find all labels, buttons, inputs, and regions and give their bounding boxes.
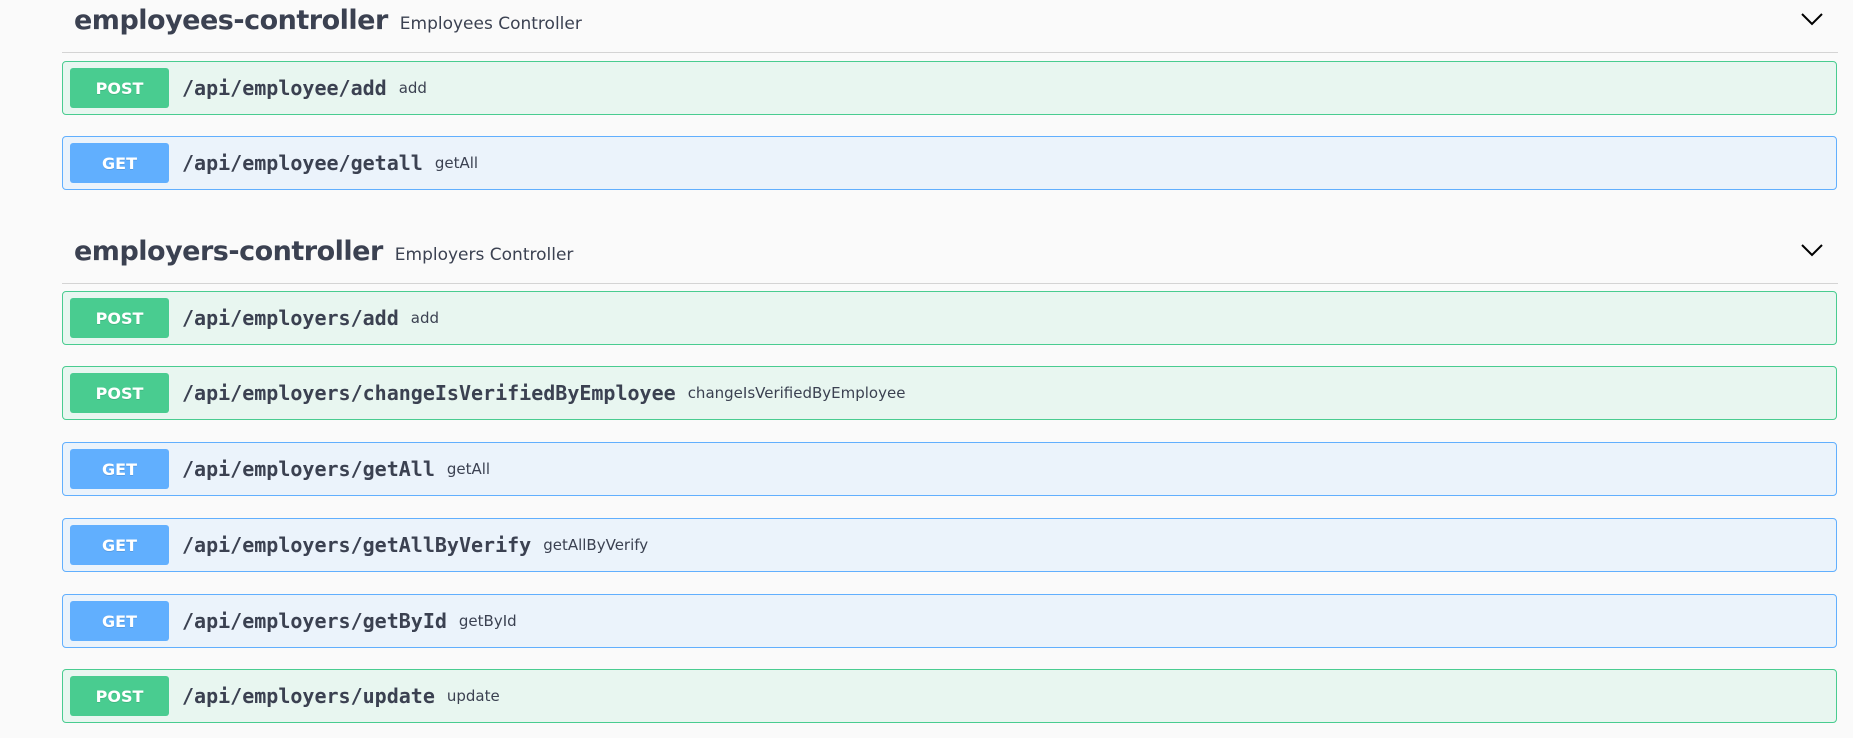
opblock-post-employers-changeisverifiedbyemployee[interactable]: POST /api/employers/changeIsVerifiedByEm…	[62, 366, 1837, 420]
opblock-get-employee-getall[interactable]: GET /api/employee/getall getAll	[62, 136, 1837, 190]
method-badge: GET	[70, 601, 169, 641]
chevron-down-icon[interactable]	[1800, 243, 1824, 257]
chevron-down-icon[interactable]	[1800, 12, 1824, 26]
method-badge: GET	[70, 143, 169, 183]
tag-section-employers-controller: employers-controller Employers Controller	[62, 231, 1838, 284]
operation-path: /api/employers/getAll	[182, 457, 435, 481]
operation-summary: getAll	[446, 460, 491, 478]
operation-summary: update	[446, 687, 500, 705]
opblock-get-employers-getbyid[interactable]: GET /api/employers/getById getById	[62, 594, 1837, 648]
method-badge: POST	[70, 298, 169, 338]
operation-path: /api/employers/getById	[182, 609, 447, 633]
operation-summary: getAll	[434, 154, 479, 172]
operation-summary: add	[398, 79, 427, 97]
opblock-get-employers-getallbyverify[interactable]: GET /api/employers/getAllByVerify getAll…	[62, 518, 1837, 572]
operation-path: /api/employers/update	[182, 684, 435, 708]
tag-title[interactable]: employers-controller Employers Controller	[74, 236, 573, 267]
tag-title[interactable]: employees-controller Employees Controller	[74, 5, 582, 36]
operation-path: /api/employee/getall	[182, 151, 423, 175]
method-badge: GET	[70, 449, 169, 489]
operation-path: /api/employee/add	[182, 76, 387, 100]
operation-path: /api/employers/getAllByVerify	[182, 533, 532, 557]
method-badge: POST	[70, 676, 169, 716]
operation-path: /api/employers/add	[182, 306, 399, 330]
tag-description: Employers Controller	[394, 245, 574, 265]
opblock-post-employers-add[interactable]: POST /api/employers/add add	[62, 291, 1837, 345]
opblock-post-employers-update[interactable]: POST /api/employers/update update	[62, 669, 1837, 723]
opblock-post-employee-add[interactable]: POST /api/employee/add add	[62, 61, 1837, 115]
tag-header-employees-controller[interactable]: employees-controller Employees Controller	[62, 0, 1838, 53]
operation-path: /api/employers/changeIsVerifiedByEmploye…	[182, 381, 676, 405]
method-badge: POST	[70, 373, 169, 413]
method-badge: GET	[70, 525, 169, 565]
operation-summary: getAllByVerify	[543, 536, 649, 554]
operation-summary: add	[410, 309, 439, 327]
tag-name: employers-controller	[74, 236, 383, 267]
tag-section-employees-controller: employees-controller Employees Controller	[62, 0, 1838, 53]
operation-summary: changeIsVerifiedByEmployee	[687, 384, 906, 402]
tag-header-employers-controller[interactable]: employers-controller Employers Controller	[62, 231, 1838, 284]
method-badge: POST	[70, 68, 169, 108]
tag-name: employees-controller	[74, 5, 388, 36]
operation-summary: getById	[458, 612, 517, 630]
tag-description: Employees Controller	[399, 14, 582, 34]
opblock-get-employers-getall[interactable]: GET /api/employers/getAll getAll	[62, 442, 1837, 496]
